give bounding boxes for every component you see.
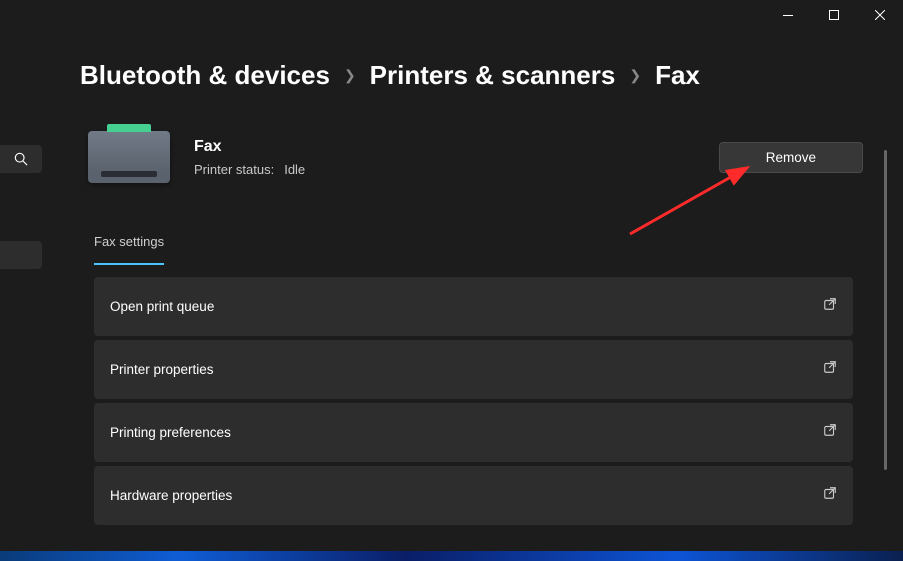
- setting-label: Printer properties: [110, 362, 214, 377]
- setting-label: Open print queue: [110, 299, 214, 314]
- breadcrumb-current: Fax: [655, 60, 700, 91]
- device-status: Printer status: Idle: [194, 162, 305, 177]
- main-content: Bluetooth & devices ❯ Printers & scanner…: [0, 30, 903, 561]
- printer-icon: [88, 131, 170, 183]
- setting-label: Hardware properties: [110, 488, 232, 503]
- settings-list: Open print queue Printer properties Prin…: [94, 277, 853, 525]
- printer-properties-item[interactable]: Printer properties: [94, 340, 853, 399]
- open-external-icon: [823, 486, 837, 505]
- status-value: Idle: [284, 162, 305, 177]
- open-external-icon: [823, 297, 837, 316]
- breadcrumb: Bluetooth & devices ❯ Printers & scanner…: [80, 60, 863, 91]
- hardware-properties-item[interactable]: Hardware properties: [94, 466, 853, 525]
- device-header: Fax Printer status: Idle Remove: [88, 131, 863, 183]
- setting-label: Printing preferences: [110, 425, 231, 440]
- breadcrumb-printers-scanners[interactable]: Printers & scanners: [370, 60, 616, 91]
- printing-preferences-item[interactable]: Printing preferences: [94, 403, 853, 462]
- maximize-button[interactable]: [811, 0, 857, 30]
- remove-button[interactable]: Remove: [719, 142, 863, 173]
- titlebar: [0, 0, 903, 30]
- section-underline: [94, 263, 164, 265]
- open-external-icon: [823, 360, 837, 379]
- open-external-icon: [823, 423, 837, 442]
- minimize-button[interactable]: [765, 0, 811, 30]
- device-name: Fax: [194, 138, 305, 156]
- close-button[interactable]: [857, 0, 903, 30]
- taskbar-edge: [0, 551, 903, 561]
- device-info: Fax Printer status: Idle: [194, 138, 305, 177]
- breadcrumb-bluetooth-devices[interactable]: Bluetooth & devices: [80, 60, 330, 91]
- chevron-right-icon: ❯: [629, 67, 641, 84]
- section-header: Fax settings: [94, 234, 164, 256]
- open-print-queue-item[interactable]: Open print queue: [94, 277, 853, 336]
- chevron-right-icon: ❯: [344, 67, 356, 84]
- scrollbar[interactable]: [884, 150, 887, 470]
- status-label: Printer status:: [194, 162, 274, 177]
